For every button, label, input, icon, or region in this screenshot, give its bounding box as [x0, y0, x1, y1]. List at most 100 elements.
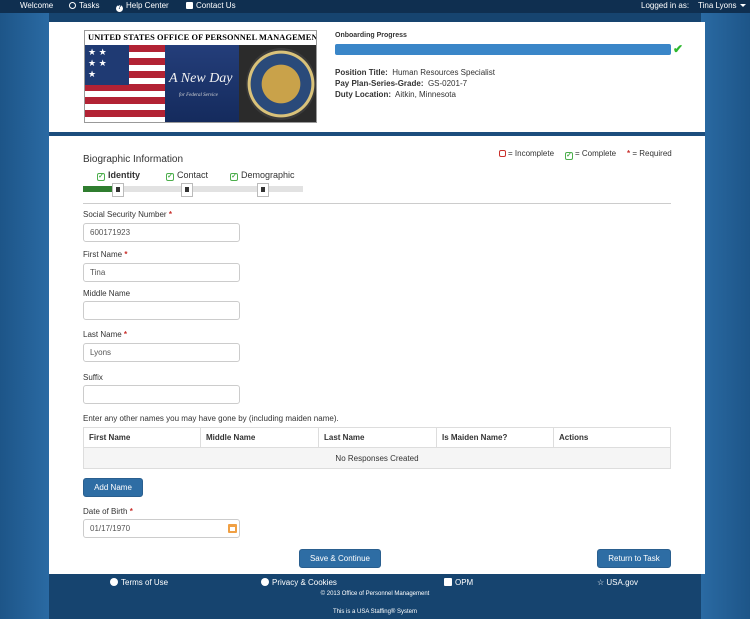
opm-logo: United States Office of Personnel Manage… [84, 30, 317, 123]
step-contact-label: Contact [177, 170, 209, 180]
progress-bar [335, 44, 671, 55]
position-title-value: Human Resources Specialist [392, 68, 495, 77]
legend-complete: ✓ = Complete [565, 149, 616, 160]
background-right [701, 13, 750, 619]
footer-privacy-link[interactable]: Privacy & Cookies [261, 578, 337, 587]
calendar-icon[interactable] [228, 524, 237, 533]
pay-plan-value: GS-0201-7 [427, 79, 468, 88]
last-name-label-text: Last Name [83, 330, 122, 339]
duty-location: Duty Location: Aitkin, Minnesota [335, 90, 456, 99]
complete-icon: ✓ [565, 152, 573, 160]
legend-complete-label: = Complete [575, 149, 617, 158]
step-contact[interactable]: ✓ Contact [166, 170, 208, 181]
required-asterisk: * [129, 507, 133, 516]
step-marker-identity[interactable] [112, 183, 124, 197]
briefcase-icon [444, 578, 452, 586]
duty-location-value: Aitkin, Minnesota [395, 90, 456, 99]
step-demographic-label: Demographic [241, 170, 295, 180]
last-name-input[interactable] [83, 343, 240, 362]
top-navbar: Welcome Tasks ? Help Center Contact Us Lo… [0, 0, 750, 13]
nav-help-link[interactable]: ? Help Center [116, 1, 169, 12]
step-demographic[interactable]: ✓ Demographic [230, 170, 295, 181]
required-asterisk: * [168, 210, 172, 219]
required-asterisk: * [123, 330, 128, 339]
first-name-label-text: First Name [83, 250, 123, 259]
duty-location-label: Duty Location: [335, 90, 391, 99]
save-continue-button[interactable]: Save & Continue [299, 549, 381, 568]
step-identity-label: Identity [108, 170, 141, 180]
column-header-last-name: Last Name [318, 427, 437, 448]
legend-incomplete-label: = Incomplete [508, 149, 555, 158]
footer-usagov-link[interactable]: ☆ USA.gov [597, 578, 638, 587]
progress-label: Onboarding Progress [335, 32, 407, 39]
legend-required: * = Required [627, 149, 672, 158]
logo-subtitle: for Federal Service [179, 93, 218, 98]
ssn-label: Social Security Number * [83, 210, 172, 219]
suffix-input[interactable] [83, 385, 240, 404]
step-complete-icon: ✓ [97, 173, 105, 181]
logged-in-label: Logged in as: [641, 1, 690, 10]
column-header-actions: Actions [553, 427, 671, 448]
step-identity[interactable]: ✓ Identity [97, 170, 140, 181]
empty-table-message: No Responses Created [83, 447, 671, 469]
user-name: Tina Lyons [698, 1, 737, 10]
step-marker-demographic[interactable] [257, 183, 269, 197]
logo-title: United States Office of Personnel Manage… [88, 33, 317, 42]
user-menu[interactable]: Tina Lyons [698, 1, 746, 10]
progress-fill [335, 44, 671, 55]
dob-input[interactable] [83, 519, 240, 538]
required-asterisk: * [124, 250, 128, 259]
legend-required-label: = Required [632, 149, 672, 158]
return-to-task-button[interactable]: Return to Task [597, 549, 671, 568]
other-names-prompt: Enter any other names you may have gone … [83, 414, 339, 423]
footer-privacy-label: Privacy & Cookies [272, 578, 337, 587]
caret-down-icon [739, 4, 746, 7]
ssn-label-text: Social Security Number [83, 210, 167, 219]
background-left [0, 13, 49, 619]
section-divider [83, 203, 671, 204]
required-asterisk: * [627, 149, 631, 158]
legend-incomplete: = Incomplete [499, 149, 554, 158]
nav-tasks-link[interactable]: Tasks [69, 1, 99, 10]
pay-plan-label: Pay Plan-Series-Grade: [335, 79, 424, 88]
flag-image: ★ ★ ★ ★ ★ [85, 45, 165, 122]
step-complete-icon: ✓ [230, 173, 238, 181]
step-complete-icon: ✓ [166, 173, 174, 181]
ssn-input[interactable] [83, 223, 240, 242]
column-header-middle-name: Middle Name [200, 427, 319, 448]
step-marker-contact[interactable] [181, 183, 193, 197]
pay-plan: Pay Plan-Series-Grade: GS-0201-7 [335, 79, 467, 88]
column-header-is-maiden-name: Is Maiden Name? [436, 427, 554, 448]
check-circle-icon [261, 578, 269, 586]
dob-label-text: Date of Birth [83, 507, 128, 516]
other-names-table: First Name Middle Name Last Name Is Maid… [83, 427, 671, 469]
check-circle-icon [110, 578, 118, 586]
seal-image [239, 45, 316, 122]
column-header-first-name: First Name [83, 427, 201, 448]
logo-script: A New Day [169, 71, 233, 86]
header-divider [49, 132, 705, 136]
footer-opm-link[interactable]: OPM [444, 578, 473, 587]
suffix-label: Suffix [83, 373, 103, 382]
add-name-button[interactable]: Add Name [83, 478, 143, 497]
nav-welcome-link[interactable]: Welcome [20, 1, 53, 10]
footer-usagov-label: USA.gov [606, 578, 638, 587]
position-title: Position Title: Human Resources Speciali… [335, 68, 495, 77]
opm-seal-icon [246, 48, 316, 120]
footer-copyright: © 2013 Office of Personnel Management [320, 591, 430, 597]
help-icon: ? [116, 5, 123, 12]
flag-stars: ★ ★ ★ ★ ★ [85, 45, 129, 85]
step-track-fill [83, 186, 113, 192]
footer-opm-label: OPM [455, 578, 474, 587]
star-icon: ☆ [597, 578, 607, 587]
nav-contact-link[interactable]: Contact Us [186, 1, 236, 10]
first-name-input[interactable] [83, 263, 240, 282]
nav-contact-label: Contact Us [196, 1, 236, 10]
nav-tasks-label: Tasks [79, 1, 100, 10]
dob-label: Date of Birth * [83, 507, 133, 516]
middle-name-input[interactable] [83, 301, 240, 320]
footer-terms-link[interactable]: Terms of Use [110, 578, 168, 587]
first-name-label: First Name * [83, 250, 127, 259]
footer-system-note: This is a USA Staffing® System [332, 609, 417, 615]
chat-bubble-icon [186, 2, 193, 9]
